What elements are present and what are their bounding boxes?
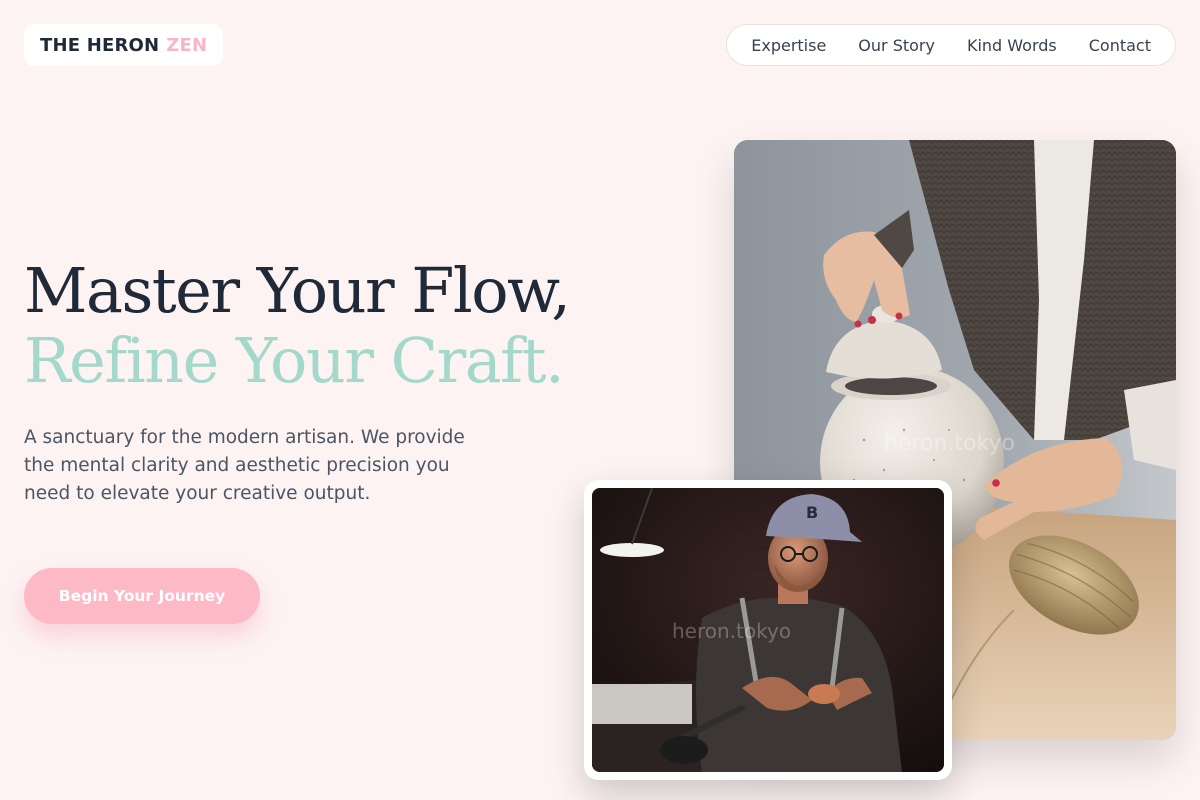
artisan-photo-card: B heron.tokyo (584, 480, 952, 780)
brand-logo[interactable]: THE HERON ZEN (24, 24, 224, 66)
svg-text:heron.tokyo: heron.tokyo (884, 431, 1015, 456)
brand-name: THE HERON (40, 34, 160, 56)
artisan-illustration: B heron.tokyo (592, 488, 944, 772)
artisan-photo: B heron.tokyo (592, 488, 944, 772)
svg-text:heron.tokyo: heron.tokyo (672, 619, 791, 643)
nav-expertise-link[interactable]: Expertise (735, 36, 842, 55)
main-nav: Expertise Our Story Kind Words Contact (726, 24, 1176, 66)
nav-contact-link[interactable]: Contact (1073, 36, 1167, 55)
landing-page: THE HERON ZEN Expertise Our Story Kind W… (0, 0, 1200, 800)
brand-accent: ZEN (166, 34, 208, 56)
svg-text:B: B (806, 503, 818, 522)
begin-journey-button[interactable]: Begin Your Journey (24, 568, 260, 624)
headline-line-1: Master Your Flow, (24, 254, 571, 327)
nav-kind-words-link[interactable]: Kind Words (951, 36, 1073, 55)
hero-headline: Master Your Flow, Refine Your Craft. (24, 254, 571, 397)
hero-description: A sanctuary for the modern artisan. We p… (24, 427, 465, 504)
nav-our-story-link[interactable]: Our Story (842, 36, 951, 55)
headline-line-2: Refine Your Craft. (24, 324, 565, 397)
